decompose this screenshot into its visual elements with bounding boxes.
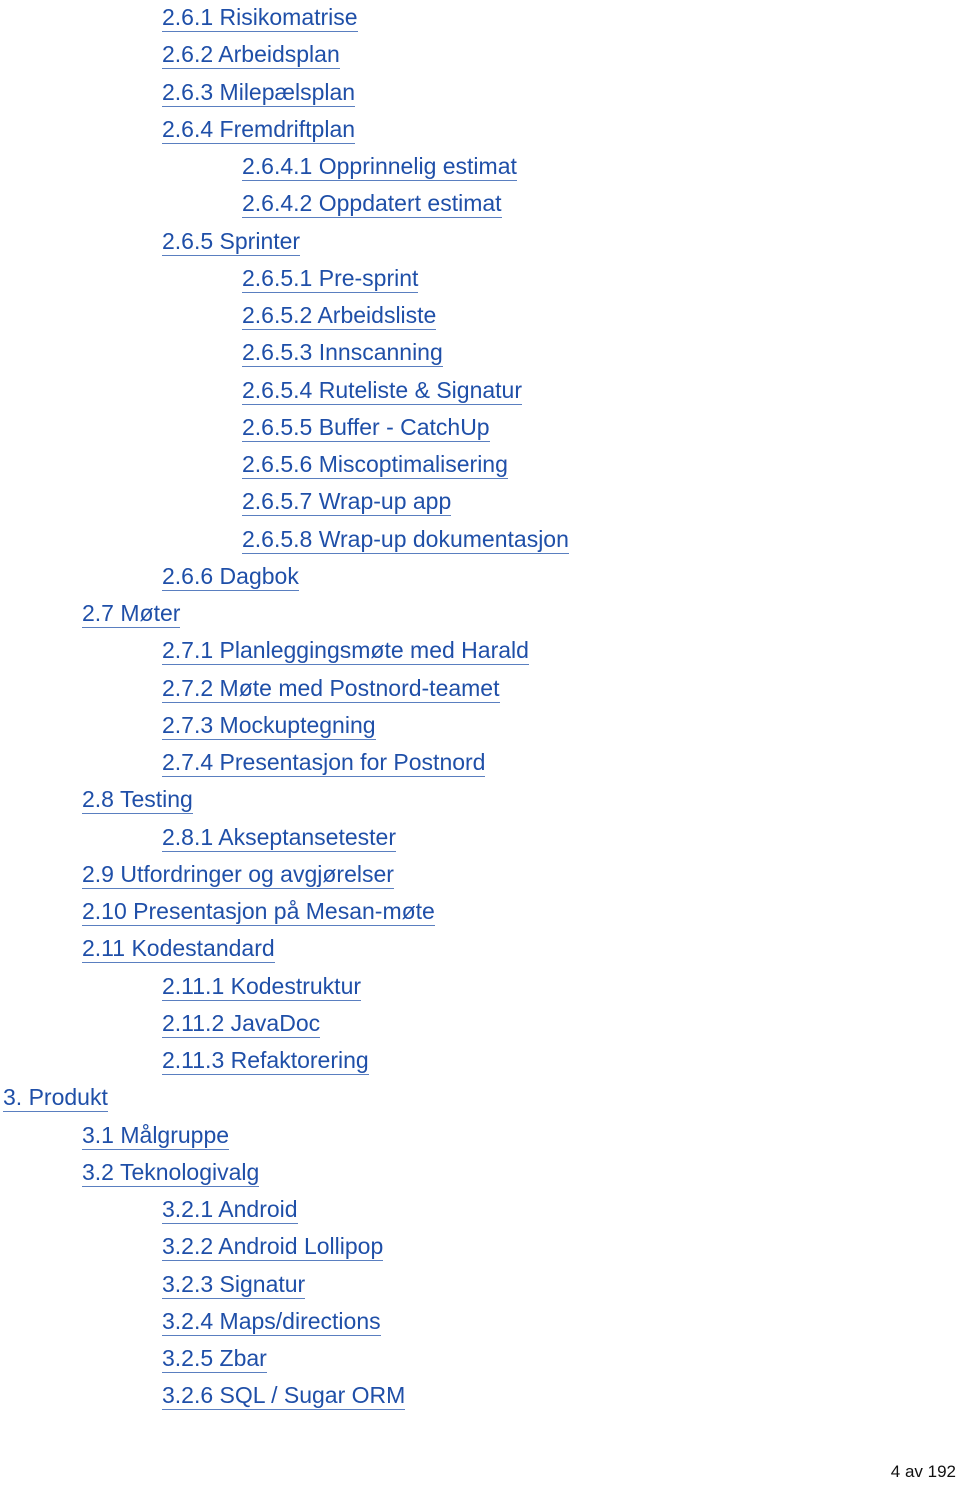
toc-link[interactable]: 2.7 Møter	[82, 600, 181, 628]
toc-entry: 2.6.3 Milepælsplan	[162, 77, 356, 114]
toc-link[interactable]: 3.2.5 Zbar	[162, 1345, 267, 1373]
toc-entry: 3.2.1 Android	[162, 1194, 298, 1231]
toc-link[interactable]: 3.1 Målgruppe	[82, 1121, 230, 1150]
toc-link[interactable]: 2.11.1 Kodestruktur	[162, 972, 362, 1001]
toc-entry: 3.1 Målgruppe	[82, 1120, 230, 1157]
toc-link[interactable]: 3.2.4 Maps/directions	[162, 1307, 381, 1336]
toc-link[interactable]: 2.6.5.7 Wrap-up app	[242, 488, 452, 517]
toc-entry: 2.6.5.5 Buffer - CatchUp	[242, 412, 490, 449]
toc-entry: 2.8 Testing	[82, 784, 193, 821]
toc-link[interactable]: 2.6.5.2 Arbeidsliste	[242, 302, 437, 330]
toc-link[interactable]: 2.11.3 Refaktorering	[162, 1047, 369, 1075]
page-number: 4 av 192	[890, 1462, 956, 1481]
toc-link[interactable]: 2.6.6 Dagbok	[162, 562, 299, 591]
toc-link[interactable]: 3.2.1 Android	[162, 1196, 298, 1224]
toc-entry: 3.2.4 Maps/directions	[162, 1306, 381, 1343]
toc-entry: 2.6.4 Fremdriftplan	[162, 114, 356, 151]
toc-link[interactable]: 2.7.3 Mockuptegning	[162, 711, 376, 740]
toc-entry: 2.6.5.3 Innscanning	[242, 337, 443, 374]
toc-link[interactable]: 2.6.5 Sprinter	[162, 227, 301, 256]
toc-link[interactable]: 3. Produkt	[3, 1084, 108, 1113]
toc-link[interactable]: 2.6.4 Fremdriftplan	[162, 115, 356, 144]
toc-entry: 2.11.1 Kodestruktur	[162, 971, 362, 1008]
toc-link[interactable]: 2.6.5.3 Innscanning	[242, 339, 443, 368]
toc-link[interactable]: 2.6.3 Milepælsplan	[162, 78, 356, 107]
toc-entry: 2.6.5.8 Wrap-up dokumentasjon	[242, 524, 569, 561]
toc-link[interactable]: 2.6.5.1 Pre-sprint	[242, 264, 419, 293]
toc-entry: 2.6.2 Arbeidsplan	[162, 39, 340, 76]
toc-entry: 2.6.5.4 Ruteliste & Signatur	[242, 375, 522, 412]
toc-entry: 3.2.2 Android Lollipop	[162, 1231, 384, 1268]
toc-link[interactable]: 2.8 Testing	[82, 786, 193, 815]
toc-link[interactable]: 2.6.5.8 Wrap-up dokumentasjon	[242, 525, 569, 554]
toc-link[interactable]: 3.2.2 Android Lollipop	[162, 1233, 384, 1262]
toc-link[interactable]: 2.9 Utfordringer og avgjørelser	[82, 860, 394, 889]
toc-entry: 2.6.6 Dagbok	[162, 561, 299, 598]
toc-entry: 3. Produkt	[3, 1082, 108, 1119]
toc-entry: 2.6.4.1 Opprinnelig estimat	[242, 151, 517, 188]
toc-entry: 2.7 Møter	[82, 598, 181, 635]
toc-entry: 2.7.3 Mockuptegning	[162, 710, 376, 747]
toc-entry: 3.2.3 Signatur	[162, 1269, 306, 1306]
toc-entry: 2.7.4 Presentasjon for Postnord	[162, 747, 486, 784]
toc-entry: 2.6.5.6 Miscoptimalisering	[242, 449, 508, 486]
toc-link[interactable]: 2.6.4.2 Oppdatert estimat	[242, 190, 502, 219]
toc-link[interactable]: 2.7.1 Planleggingsmøte med Harald	[162, 637, 529, 666]
toc-entry: 2.6.5.2 Arbeidsliste	[242, 300, 437, 337]
toc-entry: 3.2 Teknologivalg	[82, 1157, 260, 1194]
toc-entry: 2.6.5.1 Pre-sprint	[242, 263, 419, 300]
toc-entry: 3.2.6 SQL / Sugar ORM	[162, 1380, 406, 1417]
toc-link[interactable]: 2.7.4 Presentasjon for Postnord	[162, 749, 486, 777]
toc-entry: 2.9 Utfordringer og avgjørelser	[82, 859, 394, 896]
toc-link[interactable]: 2.6.5.6 Miscoptimalisering	[242, 451, 508, 479]
toc-link[interactable]: 2.8.1 Akseptansetester	[162, 823, 396, 852]
toc-link[interactable]: 2.7.2 Møte med Postnord-teamet	[162, 674, 500, 703]
toc-entry: 2.7.2 Møte med Postnord-teamet	[162, 673, 500, 710]
toc-entry: 3.2.5 Zbar	[162, 1343, 267, 1380]
toc-entry: 2.6.5.7 Wrap-up app	[242, 486, 452, 523]
toc-entry: 2.7.1 Planleggingsmøte med Harald	[162, 635, 529, 672]
toc-entry: 2.8.1 Akseptansetester	[162, 822, 396, 859]
toc-link[interactable]: 3.2 Teknologivalg	[82, 1158, 260, 1187]
toc-entry: 2.10 Presentasjon på Mesan-møte	[82, 896, 435, 933]
toc-entry: 2.11.3 Refaktorering	[162, 1045, 369, 1082]
toc-link[interactable]: 2.6.1 Risikomatrise	[162, 4, 358, 32]
toc-link[interactable]: 2.6.5.4 Ruteliste & Signatur	[242, 376, 522, 405]
toc-link[interactable]: 3.2.6 SQL / Sugar ORM	[162, 1382, 406, 1411]
toc-entry: 2.6.5 Sprinter	[162, 226, 301, 263]
toc-entry: 2.6.1 Risikomatrise	[162, 2, 358, 39]
toc-link[interactable]: 2.6.4.1 Opprinnelig estimat	[242, 153, 517, 181]
toc-link[interactable]: 2.6.2 Arbeidsplan	[162, 41, 340, 70]
toc-link[interactable]: 2.11.2 JavaDoc	[162, 1009, 321, 1038]
toc-link[interactable]: 2.11 Kodestandard	[82, 935, 275, 964]
toc-link[interactable]: 2.10 Presentasjon på Mesan-møte	[82, 898, 435, 926]
toc-entry: 2.11 Kodestandard	[82, 933, 275, 970]
toc-entry: 2.6.4.2 Oppdatert estimat	[242, 188, 502, 225]
toc-link[interactable]: 3.2.3 Signatur	[162, 1270, 306, 1299]
toc-link[interactable]: 2.6.5.5 Buffer - CatchUp	[242, 413, 490, 442]
toc-entry: 2.11.2 JavaDoc	[162, 1008, 321, 1045]
